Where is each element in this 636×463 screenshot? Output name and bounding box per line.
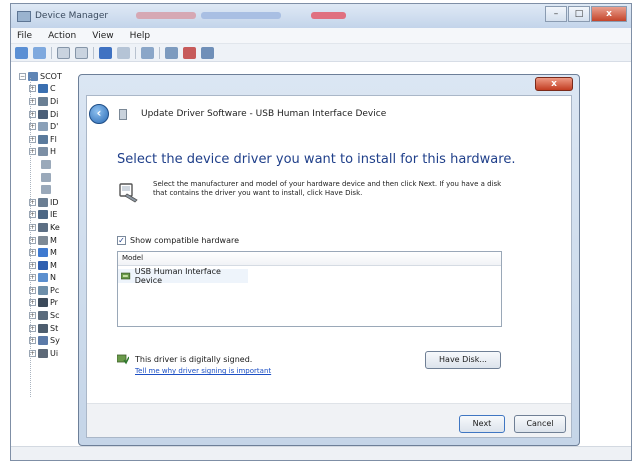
device-category-icon: [38, 298, 48, 308]
help-icon[interactable]: [99, 46, 112, 59]
device-category-icon: [38, 323, 48, 333]
toolbar-separator: [51, 46, 52, 59]
dialog-heading: Select the device driver you want to ins…: [117, 152, 516, 167]
tree-item-label: Sc: [50, 311, 60, 321]
device-category-icon: [38, 336, 48, 346]
device-category-icon: [38, 122, 48, 132]
tree-item-label: M: [50, 260, 57, 270]
tree-item-label: M: [50, 235, 57, 245]
instruction-text: Select the manufacturer and model of you…: [153, 180, 502, 197]
signed-row: This driver is digitally signed.: [117, 354, 252, 365]
tree-item-label: H: [50, 147, 57, 157]
tree-item-label: St: [50, 323, 59, 333]
tree-connector: [30, 78, 31, 398]
dialog-close-button[interactable]: x: [535, 77, 573, 91]
toolbar-separator: [93, 46, 94, 59]
tree-root-label: SCOT: [40, 71, 62, 81]
device-category-icon: [38, 348, 48, 358]
show-compatible-label[interactable]: Show compatible hardware: [130, 236, 239, 245]
tree-item-label: ID: [50, 197, 59, 207]
device-category-icon: [38, 96, 48, 106]
dialog-title: Update Driver Software - USB Human Inter…: [141, 109, 387, 119]
device-category-icon: [38, 134, 48, 144]
tree-item-label: Ui: [50, 348, 59, 358]
window-close-button[interactable]: x: [591, 6, 627, 22]
device-category-icon: [38, 197, 48, 207]
titlebar-decoration: [136, 12, 196, 19]
dm-statusbar: [11, 446, 631, 460]
device-category-icon: [38, 285, 48, 295]
device-icon: [119, 108, 127, 120]
show-compatible-checkbox[interactable]: ✓: [117, 236, 126, 245]
back-arrow-icon[interactable]: [15, 46, 28, 59]
menu-help[interactable]: Help: [130, 31, 151, 41]
driver-signing-link[interactable]: Tell me why driver signing is important: [135, 367, 271, 375]
menu-file[interactable]: File: [17, 31, 32, 41]
back-arrow-icon[interactable]: ‹: [89, 104, 109, 124]
device-category-icon: [38, 311, 48, 321]
device-category-icon: [38, 235, 48, 245]
dm-toolbar: [11, 44, 631, 62]
minimize-button[interactable]: –: [545, 6, 567, 22]
usb-device-icon: [121, 272, 131, 279]
menu-action[interactable]: Action: [48, 31, 76, 41]
tree-item-label: Sy: [50, 336, 60, 346]
collapse-icon[interactable]: −: [19, 72, 26, 80]
tree-item-label: Di: [50, 96, 59, 106]
tree-item-label: Ke: [50, 222, 60, 232]
device-category-icon: [38, 109, 48, 119]
device-category-icon: [38, 147, 48, 157]
dm-menubar: File Action View Help: [11, 28, 631, 44]
menu-view[interactable]: View: [92, 31, 113, 41]
dm-titlebar[interactable]: Device Manager – □ x: [11, 4, 631, 28]
device-category-icon: [38, 222, 48, 232]
device-category-icon: [38, 248, 48, 258]
dialog-header: ‹ Update Driver Software - USB Human Int…: [87, 96, 571, 132]
titlebar-decoration: [201, 12, 281, 19]
tree-item-label: C: [50, 84, 56, 94]
device-category-icon: [38, 260, 48, 270]
device-category-icon: [41, 159, 51, 169]
cancel-button[interactable]: Cancel: [514, 415, 566, 433]
scan-hardware-icon[interactable]: [141, 46, 154, 59]
tree-item-label: IE: [50, 210, 58, 220]
uninstall-icon[interactable]: [183, 46, 196, 59]
tree-item-label: Pc: [50, 285, 60, 295]
device-category-icon: [41, 185, 51, 195]
maximize-button[interactable]: □: [568, 6, 590, 22]
forward-arrow-icon[interactable]: [33, 46, 46, 59]
model-column-header[interactable]: Model: [118, 252, 501, 266]
device-manager-app-icon: [17, 10, 31, 22]
next-button[interactable]: Next: [459, 415, 505, 433]
disable-icon[interactable]: [201, 46, 214, 59]
tree-item-label: M: [50, 248, 57, 258]
hardware-disk-icon: [119, 183, 138, 203]
tree-item-label: Di: [50, 109, 59, 119]
titlebar-decoration: [311, 12, 346, 19]
list-item[interactable]: USB Human Interface Device: [118, 267, 248, 285]
view-icon[interactable]: [117, 46, 130, 59]
have-disk-button[interactable]: Have Disk...: [425, 351, 501, 369]
properties-icon[interactable]: [57, 46, 70, 59]
device-category-icon: [38, 273, 48, 283]
device-category-icon: [38, 84, 48, 94]
tree-item-label: N: [50, 273, 56, 283]
toolbar-separator: [135, 46, 136, 59]
device-category-icon: [38, 210, 48, 220]
device-category-icon: [41, 172, 51, 182]
update-driver-icon[interactable]: [165, 46, 178, 59]
show-compatible-row[interactable]: ✓ Show compatible hardware: [117, 236, 239, 245]
toolbar-separator: [159, 46, 160, 59]
tree-item-label: Pr: [50, 298, 58, 308]
update-driver-dialog: x ‹ Update Driver Software - USB Human I…: [78, 74, 580, 446]
model-item-label: USB Human Interface Device: [134, 267, 221, 285]
signed-driver-icon: [117, 354, 129, 365]
tree-item-label: D': [50, 122, 59, 132]
dialog-body: ‹ Update Driver Software - USB Human Int…: [86, 95, 572, 438]
tree-item-label: Fl: [50, 134, 57, 144]
model-list[interactable]: Model USB Human Interface Device: [117, 251, 502, 327]
dm-window-title: Device Manager: [35, 11, 109, 21]
signed-text: This driver is digitally signed.: [135, 355, 253, 364]
show-hide-icon[interactable]: [75, 46, 88, 59]
